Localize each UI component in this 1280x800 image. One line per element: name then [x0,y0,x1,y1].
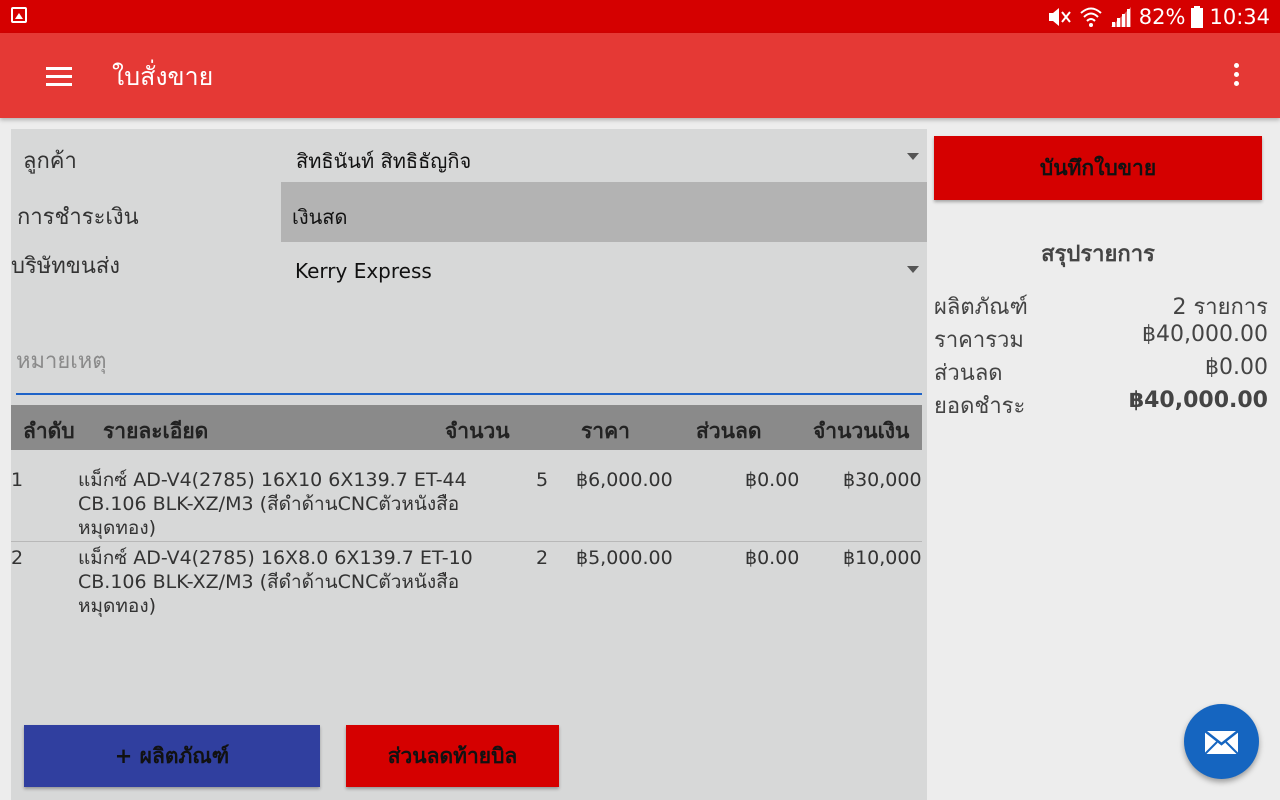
row-price: ฿6,000.00 [576,469,673,491]
order-form: ลูกค้า สิทธินันท์ สิทธิธัญกิจ การชำระเงิ… [11,129,927,800]
summary-label: ราคารวม [934,328,1024,353]
note-input[interactable] [16,329,922,395]
payment-value: เงินสด [292,205,348,229]
shipping-label: บริษัทขนส่ง [11,254,121,279]
col-header-no: ลำดับ [23,419,75,443]
menu-icon[interactable] [46,67,72,87]
summary-label: ส่วนลด [934,361,1003,386]
col-header-detail: รายละเอียด [103,419,209,443]
col-header-price: ราคา [581,419,630,443]
row-discount: ฿0.00 [745,547,800,569]
row-detail: แม็กซ์ AD-V4(2785) 16X10 6X139.7 ET-44 C… [78,468,467,540]
row-price: ฿5,000.00 [576,547,673,569]
wifi-icon [1080,7,1102,27]
customer-label: ลูกค้า [23,149,77,174]
mail-fab-button[interactable] [1184,704,1259,779]
summary-value: 2 รายการ [1172,295,1268,320]
summary-value: ฿40,000.00 [1128,388,1268,413]
signal-icon [1110,7,1131,27]
row-amount: ฿30,000.00 [843,469,922,491]
payment-label: การชำระเงิน [17,205,139,230]
col-header-qty: จำนวน [445,419,510,443]
clock: 10:34 [1209,5,1270,29]
summary-value: ฿40,000.00 [1142,322,1268,347]
row-qty: 5 [536,469,549,491]
row-amount: ฿10,000.00 [843,547,922,569]
mail-icon [1204,730,1239,755]
summary-label: ผลิตภัณฑ์ [934,295,1028,320]
overflow-menu-icon[interactable] [1234,63,1240,87]
col-header-discount: ส่วนลด [696,419,762,443]
table-row[interactable]: 1 แม็กซ์ AD-V4(2785) 16X10 6X139.7 ET-44… [11,468,922,544]
dropdown-arrow-icon [907,153,919,160]
row-detail-line: CB.106 BLK-XZ/M3 (สีดำด้านCNCตัวหนังสือ [78,571,460,593]
status-bar: 82% 10:34 [0,0,1280,33]
row-detail-line: หมุดทอง) [78,517,157,539]
page-title: ใบสั่งขาย [112,62,214,91]
table-row[interactable]: 2 แม็กซ์ AD-V4(2785) 16X8.0 6X139.7 ET-1… [11,546,922,622]
customer-dropdown[interactable]: สิทธินันท์ สิทธิธัญกิจ [281,129,927,182]
row-detail-line: หมุดทอง) [78,595,157,617]
summary-value: ฿0.00 [1205,355,1268,380]
row-divider [11,541,922,542]
app-bar: ใบสั่งขาย [0,33,1280,118]
customer-value: สิทธินันท์ สิทธิธัญกิจ [296,149,472,173]
battery-icon [1191,6,1204,28]
items-table-header: ลำดับ รายละเอียด จำนวน ราคา ส่วนลด จำนวน… [11,405,922,450]
dropdown-arrow-icon [907,266,919,273]
row-qty: 2 [536,547,549,569]
save-invoice-button[interactable]: บันทึกใบขาย [934,136,1262,200]
row-detail-line: แม็กซ์ AD-V4(2785) 16X10 6X139.7 ET-44 [78,469,467,491]
row-detail: แม็กซ์ AD-V4(2785) 16X8.0 6X139.7 ET-10 … [78,546,473,618]
mute-icon [1048,8,1071,26]
row-no: 1 [11,469,24,491]
row-discount: ฿0.00 [745,469,800,491]
summary-label: ยอดชำระ [934,394,1026,419]
col-header-amount: จำนวนเงิน [813,419,910,443]
add-product-button[interactable]: + ผลิตภัณฑ์ [24,725,320,787]
row-detail-line: แม็กซ์ AD-V4(2785) 16X8.0 6X139.7 ET-10 [78,547,473,569]
shipping-value: Kerry Express [295,259,432,283]
bill-discount-button[interactable]: ส่วนลดท้ายบิล [346,725,559,787]
image-icon [11,7,27,23]
summary-title: สรุปรายการ [1041,242,1155,267]
status-right: 82% 10:34 [1043,4,1270,30]
payment-field[interactable]: เงินสด [281,182,927,242]
row-no: 2 [11,547,24,569]
shipping-dropdown[interactable]: Kerry Express [281,242,927,297]
row-detail-line: CB.106 BLK-XZ/M3 (สีดำด้านCNCตัวหนังสือ [78,493,460,515]
battery-percent: 82% [1138,5,1186,29]
